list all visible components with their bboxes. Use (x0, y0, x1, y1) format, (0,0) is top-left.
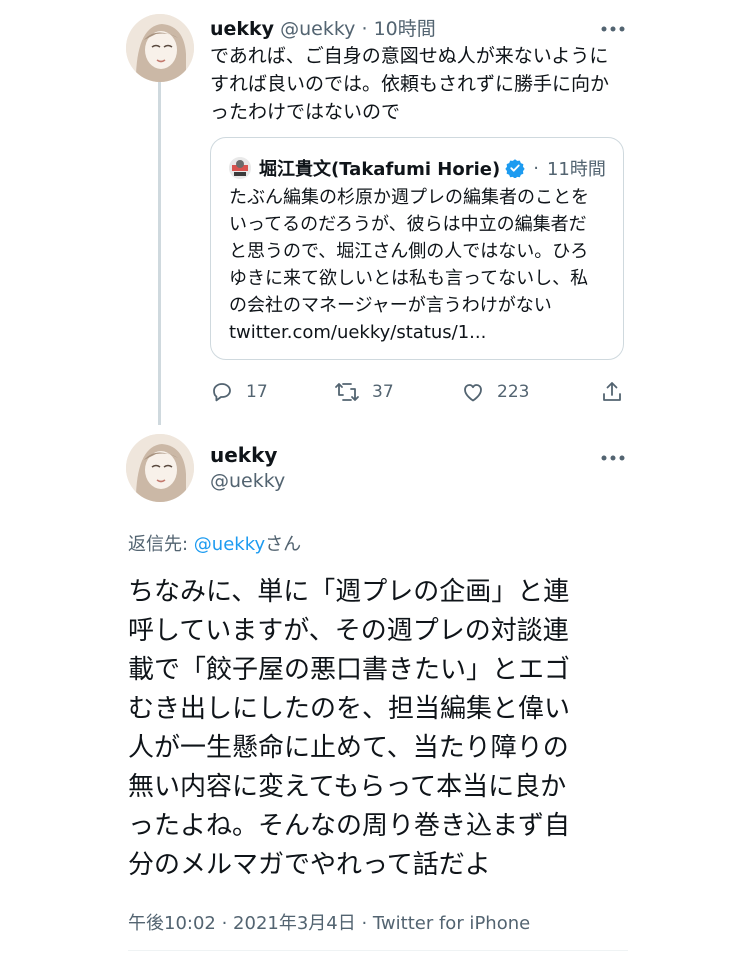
share-icon[interactable] (600, 380, 624, 404)
timestamp[interactable]: 10時間 (374, 18, 436, 40)
quoted-text-line: いってるのだろうが、彼らは中立の編集者だ (229, 214, 587, 235)
tweet-text-line: ったわけではないので (210, 101, 401, 123)
quoted-display-name[interactable]: 堀江貴文(Takafumi Horie) (259, 155, 500, 181)
retweet-action[interactable]: 37 (334, 378, 394, 406)
quoted-avatar (229, 157, 251, 179)
share-action[interactable] (600, 378, 624, 406)
like-icon[interactable] (461, 380, 485, 404)
retweet-icon[interactable] (334, 380, 360, 404)
quoted-text-line: たぶん編集の杉原か週プレの編集者のことを (229, 187, 589, 208)
quoted-tweet-header: 堀江貴文(Takafumi Horie) · 11時間 (229, 156, 606, 180)
handle[interactable]: @uekky (210, 470, 285, 492)
replying-prefix: 返信先: (128, 534, 194, 555)
verified-badge-icon (505, 158, 525, 178)
like-count: 223 (497, 382, 530, 402)
avatar[interactable] (126, 14, 194, 82)
quoted-link[interactable]: twitter.com/uekky/status/1... (229, 319, 614, 346)
reply-action[interactable]: 17 (210, 378, 268, 406)
tweet-text: であれば、ご自身の意図せぬ人が来ないように すれば良いのでは。依頼もされずに勝手… (210, 42, 620, 126)
handle[interactable]: @uekky (280, 18, 355, 40)
more-icon[interactable] (600, 451, 626, 462)
tweet-text-line: すれば良いのでは。依頼もされずに勝手に向か (210, 73, 610, 95)
quoted-tweet-card[interactable]: 堀江貴文(Takafumi Horie) · 11時間 たぶん編集の杉原か週プレ… (210, 137, 624, 360)
divider (128, 950, 628, 951)
display-name[interactable]: uekky (210, 18, 274, 40)
main-text-line: むき出しにしたのを、担当編集と偉い (128, 694, 571, 724)
main-text-line: ったよね。そんなの周り巻き込まず自 (128, 811, 571, 841)
main-text-line: 無い内容に変えてもらって本当に良か (128, 772, 567, 802)
like-action[interactable]: 223 (461, 378, 529, 406)
separator: · (361, 18, 368, 40)
tweet-timestamp-source[interactable]: 午後10:02 · 2021年3月4日 · Twitter for iPhone (128, 909, 530, 935)
thread-connector-line (158, 80, 161, 425)
main-text-line: 分のメルマガでやれって話だよ (128, 850, 491, 880)
quoted-tweet-text: たぶん編集の杉原か週プレの編集者のことを いってるのだろうが、彼らは中立の編集者… (229, 184, 614, 346)
tweet-header: uekky @uekky · 10時間 (210, 14, 436, 41)
tweet-text-line: であれば、ご自身の意図せぬ人が来ないように (210, 45, 609, 67)
avatar[interactable] (126, 434, 194, 502)
avatar-illustration (126, 434, 194, 502)
main-text-line: 載で「餃子屋の悪口書きたい」とエゴ (128, 655, 571, 685)
quoted-text-line: ゆきに来て欲しいとは私も言ってないし、私 (229, 268, 589, 289)
main-text-line: 人が一生懸命に止めて、当たり障りの (128, 733, 569, 763)
replying-handle-link[interactable]: @uekky (194, 534, 265, 555)
replying-suffix: さん (265, 534, 302, 555)
replying-to: 返信先: @uekkyさん (128, 530, 301, 556)
quoted-text-line: と思うので、堀江さん側の人ではない。ひろ (229, 241, 589, 262)
main-text-line: 呼していますが、その週プレの対談連 (128, 616, 569, 646)
main-text-line: ちなみに、単に「週プレの企画」と連 (128, 577, 570, 607)
reply-count: 17 (246, 382, 268, 402)
display-name[interactable]: uekky (210, 443, 277, 467)
retweet-count: 37 (372, 382, 394, 402)
quoted-timestamp[interactable]: 11時間 (547, 155, 606, 181)
reply-icon[interactable] (210, 380, 234, 404)
main-tweet-text: ちなみに、単に「週プレの企画」と連 呼していますが、その週プレの対談連 載で「餃… (128, 573, 628, 885)
more-icon[interactable] (600, 22, 626, 33)
quoted-separator: · (533, 157, 539, 179)
quoted-text-line: の会社のマネージャーが言うわけがない (229, 295, 552, 316)
avatar-illustration (126, 14, 194, 82)
